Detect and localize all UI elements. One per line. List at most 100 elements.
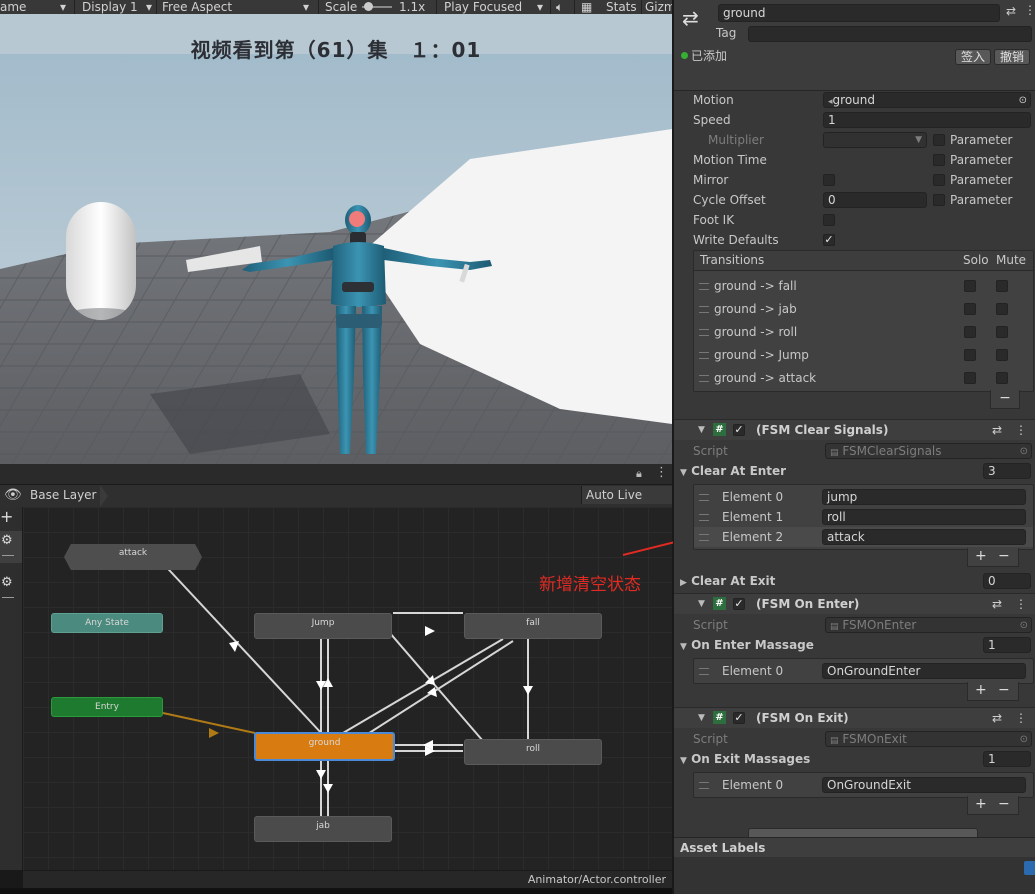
list-item[interactable]: Element 0 jump	[694, 487, 1033, 507]
drag-handle-icon[interactable]	[699, 534, 709, 541]
state-node-any-state[interactable]: Any State	[51, 613, 163, 633]
remove-element-button[interactable]: −	[998, 682, 1010, 698]
foldout-arrow-icon[interactable]: ▼	[698, 594, 705, 614]
foldout-arrow-icon[interactable]: ▶	[680, 578, 687, 588]
aspect-dropdown[interactable]: Free Aspect	[162, 0, 232, 14]
more-options-icon[interactable]: ⋮	[1015, 708, 1027, 728]
drag-handle-icon[interactable]	[699, 494, 709, 501]
drag-handle-icon[interactable]	[699, 329, 709, 336]
dropdown-arrow-icon[interactable]: ▾	[60, 0, 66, 14]
display-dropdown[interactable]: Display 1	[82, 0, 138, 14]
grid-icon[interactable]: ▦	[581, 0, 592, 14]
remove-transition-button[interactable]: −	[990, 390, 1020, 409]
multiplier-dropdown[interactable]: ▼	[823, 132, 927, 148]
transition-item[interactable]: ground -> jab	[694, 299, 1033, 319]
add-layer-icon[interactable]: +	[0, 507, 13, 526]
drag-handle-icon[interactable]	[699, 283, 709, 290]
lock-icon[interactable]: 🔒︎	[636, 467, 642, 481]
write-defaults-checkbox[interactable]: ✓	[823, 234, 835, 246]
component-enabled-checkbox[interactable]: ✓	[733, 424, 745, 436]
list-item[interactable]: Element 2 attack	[694, 527, 1033, 547]
transition-item[interactable]: ground -> Jump	[694, 345, 1033, 365]
gizmos-button[interactable]: Gizm	[645, 0, 672, 14]
on-exit-massages-size[interactable]: 1	[983, 751, 1031, 767]
label-tag-icon[interactable]	[1024, 861, 1035, 875]
gear-icon[interactable]: ⚙︎	[1, 533, 13, 548]
drag-handle-icon[interactable]	[699, 514, 709, 521]
scale-slider-handle[interactable]	[364, 2, 373, 11]
foldout-arrow-icon[interactable]: ▼	[680, 756, 687, 766]
state-node-entry[interactable]: Entry	[51, 697, 163, 717]
list-item[interactable]: Element 0 OnGroundEnter	[694, 661, 1033, 681]
clear-at-enter-size[interactable]: 3	[983, 463, 1031, 479]
state-node-attack[interactable]: attack	[64, 544, 202, 570]
foot-ik-checkbox[interactable]	[823, 214, 835, 226]
mute-checkbox[interactable]	[996, 280, 1008, 292]
mute-checkbox[interactable]	[996, 372, 1008, 384]
speed-field[interactable]: 1	[823, 112, 1031, 128]
stats-button[interactable]: Stats	[606, 0, 637, 14]
drag-handle-icon[interactable]	[699, 306, 709, 313]
state-node-roll[interactable]: roll	[464, 739, 602, 765]
clear-at-exit-size[interactable]: 0	[983, 573, 1031, 589]
drag-handle-icon[interactable]	[699, 375, 709, 382]
play-mode-dropdown[interactable]: Play Focused	[444, 0, 522, 14]
settings-sliders-icon[interactable]: ⇄	[992, 420, 1002, 440]
cycle-offset-field[interactable]: 0	[823, 192, 927, 208]
asset-labels-header[interactable]: Asset Labels	[674, 837, 1035, 858]
state-node-ground[interactable]: ground	[254, 732, 395, 761]
state-name-field[interactable]: ground	[718, 4, 1000, 22]
clear-at-exit-row[interactable]: ▶ Clear At Exit 0	[680, 571, 1031, 591]
motion-field[interactable]: ◂ground ⊙	[823, 92, 1031, 108]
component-enabled-checkbox[interactable]: ✓	[733, 598, 745, 610]
component-enabled-checkbox[interactable]: ✓	[733, 712, 745, 724]
on-enter-massage-size[interactable]: 1	[983, 637, 1031, 653]
mute-checkbox[interactable]	[996, 349, 1008, 361]
foldout-arrow-icon[interactable]: ▼	[680, 642, 687, 652]
settings-sliders-icon[interactable]: ⇄	[992, 708, 1002, 728]
sign-in-button[interactable]: 签入	[955, 49, 991, 65]
revert-button[interactable]: 撤销	[994, 49, 1030, 65]
element-value-field[interactable]: OnGroundExit	[822, 777, 1026, 793]
foldout-arrow-icon[interactable]: ▼	[680, 468, 687, 478]
element-value-field[interactable]: OnGroundEnter	[822, 663, 1026, 679]
game-tab-label[interactable]: ame	[0, 0, 26, 14]
transition-item[interactable]: ground -> fall	[694, 276, 1033, 296]
fsm-on-exit-header[interactable]: ▼ # ✓ (FSM On Exit) ⇄ ⋮	[674, 707, 1035, 728]
layer-slot[interactable]: ⚙︎	[0, 573, 22, 605]
element-value-field[interactable]: attack	[822, 529, 1026, 545]
more-options-icon[interactable]: ⋮	[1015, 594, 1027, 614]
auto-live-link-button[interactable]: Auto Live Link	[581, 486, 672, 520]
drag-handle-icon[interactable]	[699, 782, 709, 789]
mute-checkbox[interactable]	[996, 326, 1008, 338]
more-options-icon[interactable]: ⋮	[1024, 3, 1035, 17]
drag-handle-icon[interactable]	[699, 668, 709, 675]
solo-checkbox[interactable]	[964, 326, 976, 338]
settings-sliders-icon[interactable]: ⇄	[992, 594, 1002, 614]
drag-handle-icon[interactable]	[699, 352, 709, 359]
state-node-jump[interactable]: Jump	[254, 613, 392, 639]
add-element-button[interactable]: +	[975, 796, 987, 812]
foldout-arrow-icon[interactable]: ▼	[698, 420, 705, 440]
element-value-field[interactable]: jump	[822, 489, 1026, 505]
tag-field[interactable]	[748, 26, 1032, 42]
solo-checkbox[interactable]	[964, 349, 976, 361]
animator-graph[interactable]: attack Any State Entry Jump fall ground …	[23, 507, 672, 870]
object-picker-icon[interactable]: ⊙	[1019, 93, 1027, 107]
foldout-arrow-icon[interactable]: ▼	[698, 708, 705, 728]
on-exit-massages-row[interactable]: ▼ On Exit Massages 1	[680, 749, 1031, 769]
multiplier-parameter-checkbox[interactable]	[933, 134, 945, 146]
fsm-clear-signals-header[interactable]: ▼ # ✓ (FSM Clear Signals) ⇄ ⋮	[674, 419, 1035, 440]
state-node-jab[interactable]: jab	[254, 816, 392, 842]
layer-breadcrumb[interactable]: Base Layer	[30, 488, 97, 502]
solo-checkbox[interactable]	[964, 303, 976, 315]
transition-item[interactable]: ground -> roll	[694, 322, 1033, 342]
gear-icon[interactable]: ⚙︎	[1, 575, 13, 590]
element-value-field[interactable]: roll	[822, 509, 1026, 525]
state-node-fall[interactable]: fall	[464, 613, 602, 639]
transition-item[interactable]: ground -> attack	[694, 368, 1033, 388]
eye-icon[interactable]: 👁︎	[4, 487, 22, 503]
list-item[interactable]: Element 1 roll	[694, 507, 1033, 527]
motion-time-parameter-checkbox[interactable]	[933, 154, 945, 166]
more-options-icon[interactable]: ⋮	[655, 465, 668, 480]
